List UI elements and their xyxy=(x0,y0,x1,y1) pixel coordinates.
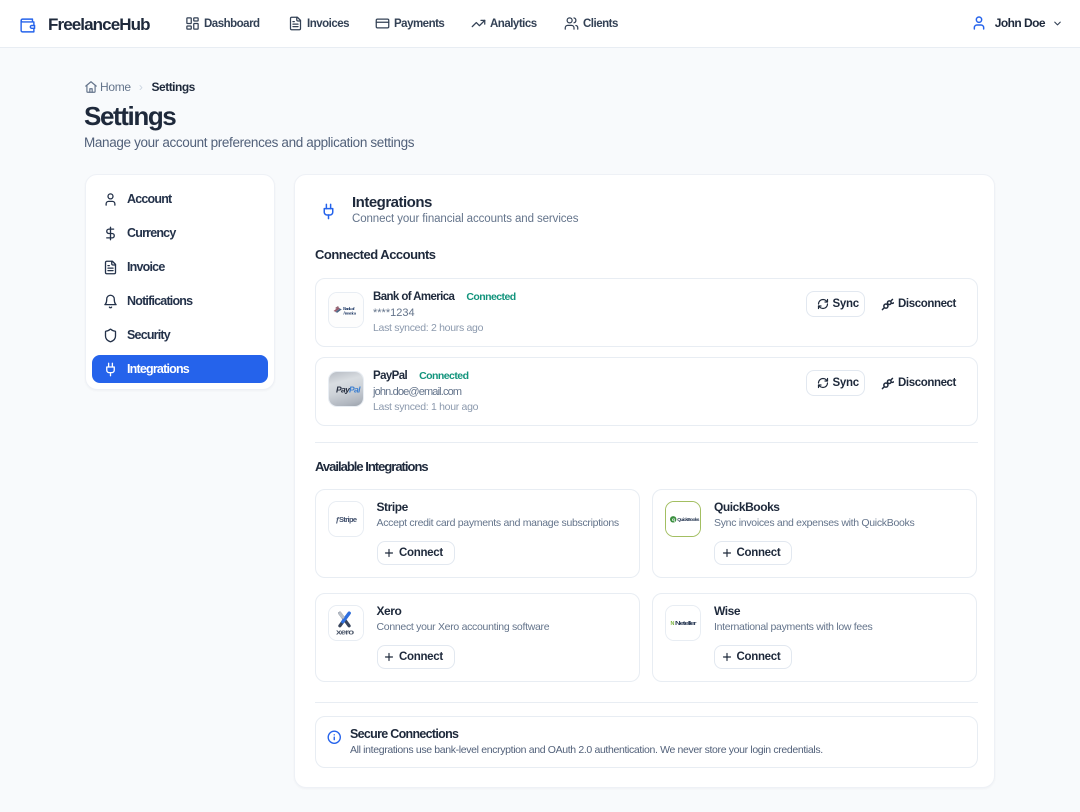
svg-text:QuickBooks: QuickBooks xyxy=(677,517,700,522)
svg-text:Neteller: Neteller xyxy=(675,621,697,627)
svg-text:ƒStripe: ƒStripe xyxy=(335,515,356,524)
svg-text:Pal: Pal xyxy=(349,385,361,395)
svg-text:America: America xyxy=(343,310,357,315)
svg-text:N: N xyxy=(671,621,675,627)
svg-text:xero: xero xyxy=(336,630,354,637)
